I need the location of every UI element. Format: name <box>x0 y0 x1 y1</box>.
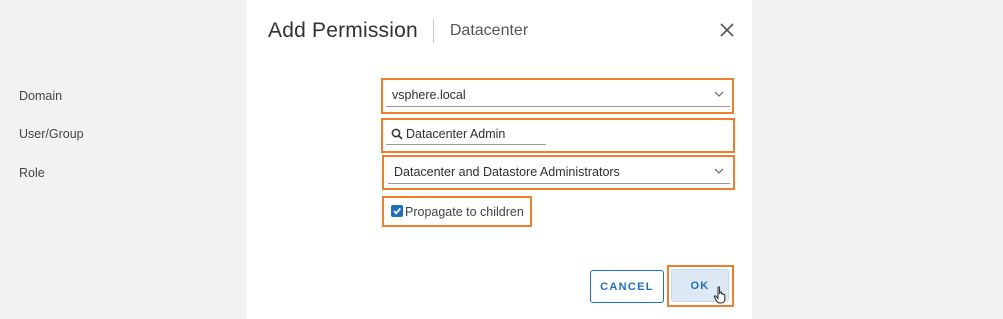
role-highlight-box <box>382 155 735 190</box>
domain-label: Domain <box>19 89 63 103</box>
dialog-title: Add Permission <box>268 19 418 42</box>
cancel-button[interactable]: CANCEL <box>590 270 664 303</box>
hand-cursor-icon <box>713 286 726 304</box>
user-group-label: User/Group <box>19 127 84 141</box>
title-divider <box>432 19 434 43</box>
dialog-header: Add Permission Datacenter <box>268 17 528 45</box>
user-group-highlight-box <box>381 118 735 153</box>
close-icon[interactable] <box>718 21 736 39</box>
domain-highlight-box <box>381 78 734 114</box>
dialog-subtitle: Datacenter <box>449 22 529 39</box>
propagate-highlight-box <box>382 196 532 227</box>
role-label: Role <box>19 166 45 180</box>
